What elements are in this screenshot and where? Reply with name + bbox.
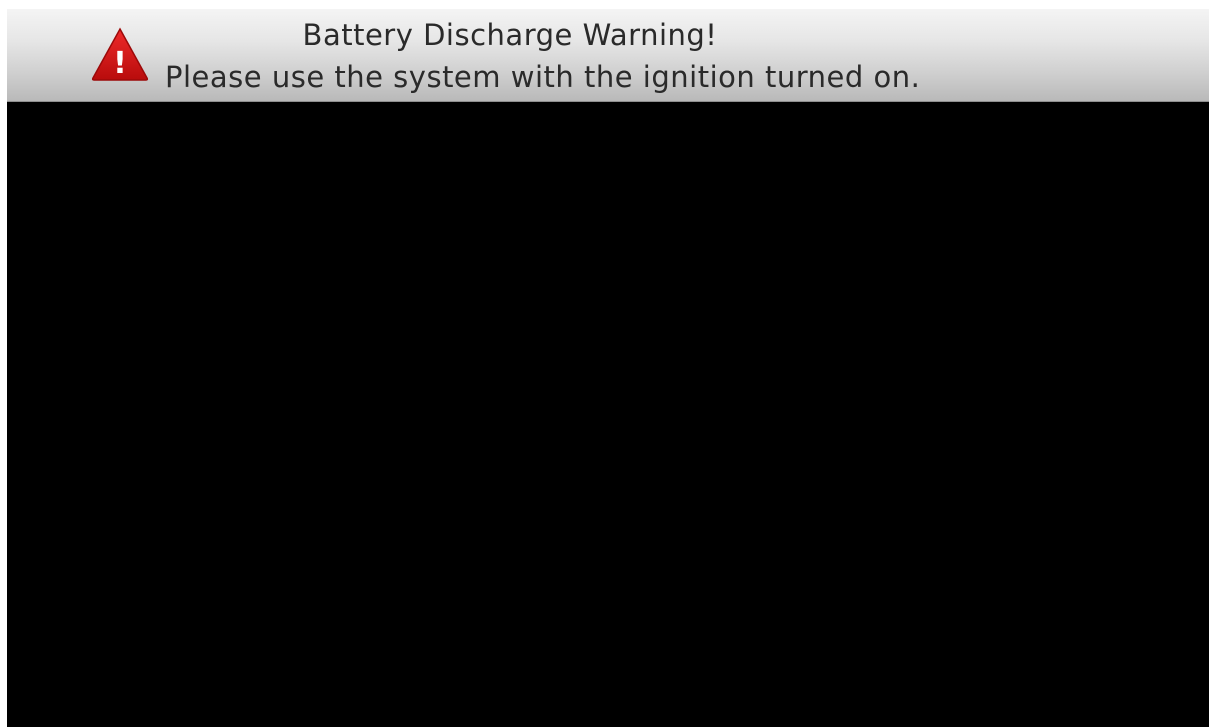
blank-display-area — [7, 102, 1209, 727]
warning-title: Battery Discharge Warning! — [302, 18, 718, 52]
warning-triangle-icon: ! — [91, 27, 149, 81]
battery-warning-banner: ! Battery Discharge Warning! Please use … — [7, 9, 1209, 102]
warning-message: Please use the system with the ignition … — [165, 60, 921, 94]
display-frame: ! Battery Discharge Warning! Please use … — [0, 0, 1209, 727]
infotainment-screen: ! Battery Discharge Warning! Please use … — [7, 9, 1209, 727]
warning-icon-symbol: ! — [113, 46, 127, 81]
